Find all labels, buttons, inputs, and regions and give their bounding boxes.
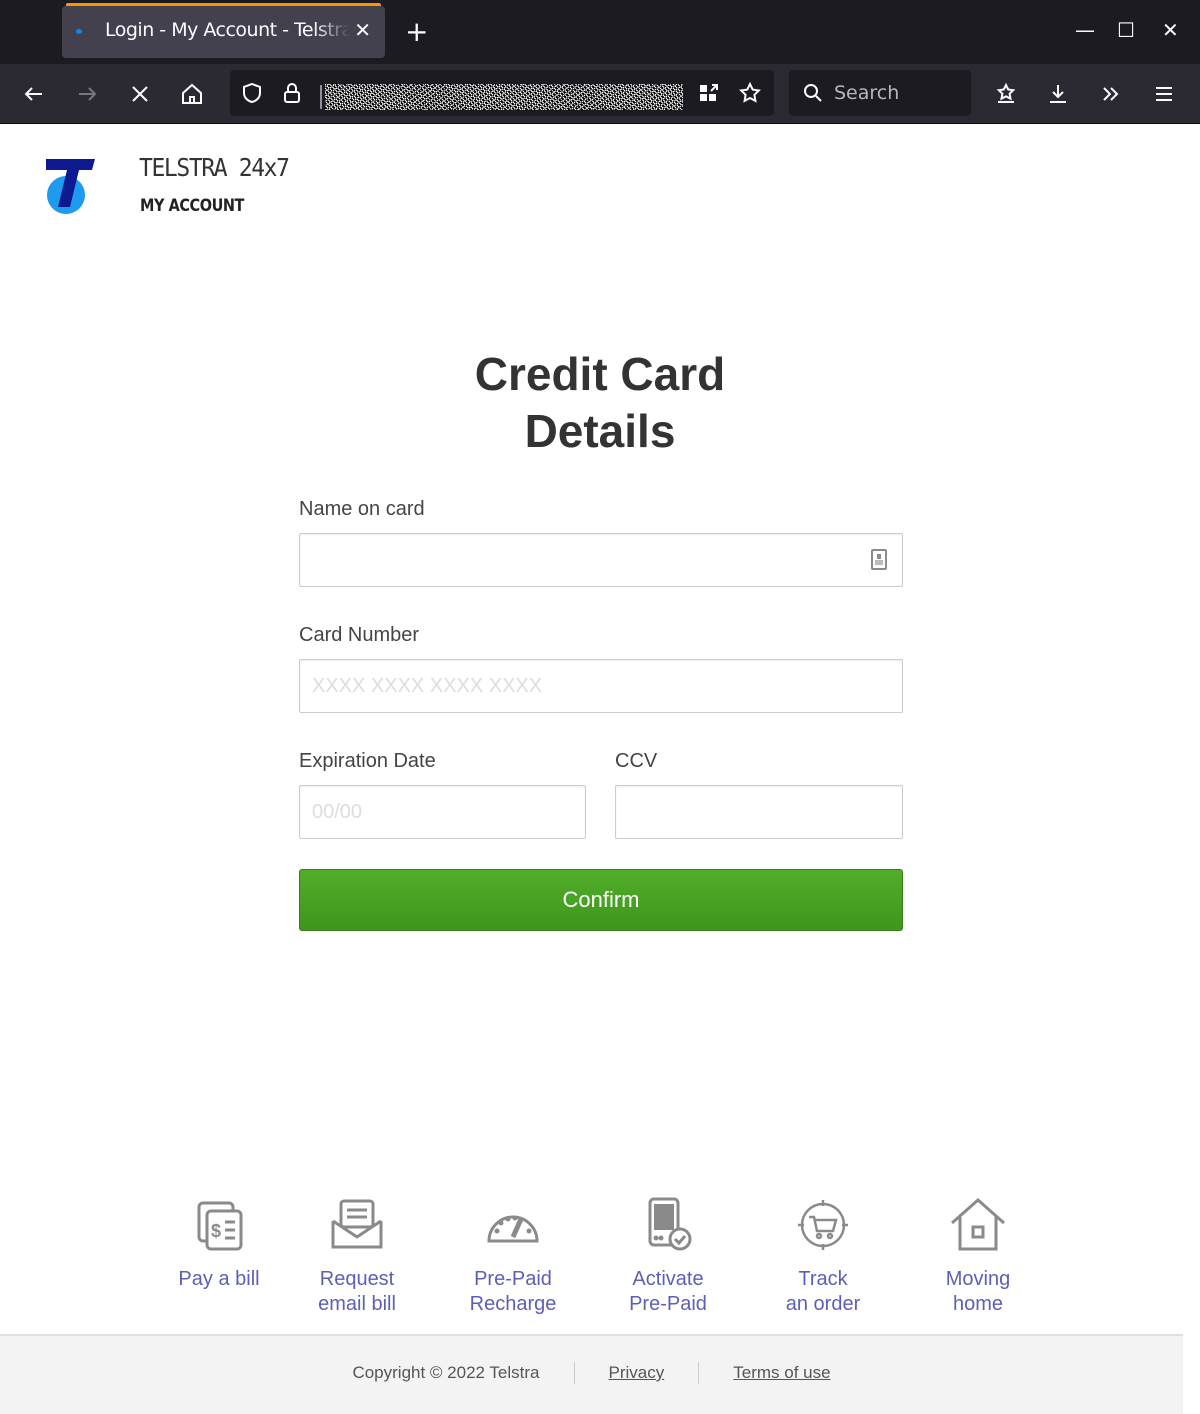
bookmark-star-icon[interactable] <box>734 77 766 109</box>
ccv-input[interactable] <box>615 785 903 839</box>
forward-arrow-icon[interactable] <box>71 78 103 110</box>
quicklink-pay-a-bill[interactable]: $ Pay a bill <box>149 1195 289 1292</box>
url-text-redacted[interactable] <box>325 84 683 110</box>
email-bill-icon <box>331 1199 383 1249</box>
search-placeholder: Search <box>834 82 900 104</box>
browser-tab-active[interactable]: Login - My Account - Telstra ✕ <box>62 3 385 58</box>
quicklink-label: Pre-Paid Recharge <box>469 1268 557 1315</box>
footer-divider <box>573 1362 575 1384</box>
page-title-line2: Details <box>524 405 676 457</box>
more-tools-chevron-icon[interactable] <box>1095 78 1127 110</box>
search-box[interactable]: Search <box>789 70 971 116</box>
bill-icon: $ <box>197 1201 243 1251</box>
maximize-button[interactable]: ☐ <box>1117 18 1135 42</box>
expiration-date-input[interactable] <box>299 785 586 839</box>
downloads-icon[interactable] <box>1042 78 1074 110</box>
brand-subtitle: MY ACCOUNT <box>140 196 244 216</box>
stop-loading-icon[interactable] <box>124 78 156 110</box>
page-footer: Copyright © 2022 Telstra Privacy Terms o… <box>0 1334 1183 1414</box>
new-tab-button[interactable]: + <box>405 14 428 50</box>
telstra-logo-icon[interactable] <box>42 157 98 219</box>
lock-icon[interactable] <box>276 77 308 109</box>
tab-title: Login - My Account - Telstra <box>105 19 350 41</box>
tracking-shield-icon[interactable] <box>236 77 268 109</box>
svg-text:$: $ <box>211 1221 221 1241</box>
home-icon[interactable] <box>176 78 208 110</box>
cart-target-icon <box>798 1200 848 1250</box>
quicklink-label: Moving home <box>945 1268 1011 1315</box>
url-text-cursor <box>320 85 322 109</box>
quicklink-activate-pre-paid[interactable]: Activate Pre-Paid <box>598 1195 738 1317</box>
address-bar[interactable] <box>230 70 774 116</box>
name-on-card-input[interactable] <box>299 533 903 587</box>
quicklink-label: Pay a bill <box>178 1268 260 1290</box>
quicklink-label: Activate Pre-Paid <box>629 1268 707 1315</box>
tab-favicon-icon <box>76 29 82 34</box>
quicklink-request-email-bill[interactable]: Request email bill <box>287 1195 427 1317</box>
name-on-card-label: Name on card <box>299 498 425 520</box>
footer-divider <box>698 1362 700 1384</box>
card-number-label: Card Number <box>299 624 420 646</box>
speedometer-icon <box>487 1215 539 1243</box>
close-window-button[interactable]: ✕ <box>1162 18 1179 42</box>
quicklink-track-an-order[interactable]: Track an order <box>753 1195 893 1317</box>
card-number-input[interactable] <box>299 659 903 713</box>
name-on-card-wrapper <box>299 533 903 587</box>
confirm-button[interactable]: Confirm <box>299 869 903 931</box>
extensions-grid-icon[interactable] <box>693 77 725 109</box>
pocket-icon[interactable] <box>990 78 1022 110</box>
page-content: TELSTRA 24x7 MY ACCOUNT Credit Card Deta… <box>0 125 1200 1414</box>
privacy-link[interactable]: Privacy <box>609 1363 665 1383</box>
tab-loading-indicator <box>66 3 381 6</box>
quicklink-label: Request email bill <box>318 1268 396 1315</box>
search-icon <box>797 77 829 109</box>
house-icon <box>951 1197 1005 1251</box>
terms-of-use-link[interactable]: Terms of use <box>733 1363 830 1383</box>
browser-titlebar: Login - My Account - Telstra ✕ + — ☐ ✕ <box>0 0 1200 64</box>
back-arrow-icon[interactable] <box>18 78 50 110</box>
phone-check-icon <box>648 1197 692 1251</box>
expiration-date-label: Expiration Date <box>299 750 436 772</box>
tab-close-icon[interactable]: ✕ <box>354 18 371 42</box>
hamburger-menu-icon[interactable] <box>1148 78 1180 110</box>
quicklink-moving-home[interactable]: Moving home <box>908 1195 1048 1317</box>
browser-navbar: Search <box>0 64 1200 124</box>
page-title: Credit Card Details <box>0 346 1200 460</box>
ccv-label: CCV <box>615 750 658 772</box>
brand-title: TELSTRA 24x7 <box>139 153 290 182</box>
copyright-text: Copyright © 2022 Telstra <box>352 1363 540 1382</box>
quicklink-label: Track an order <box>785 1268 861 1315</box>
page-title-line1: Credit Card <box>474 348 726 400</box>
autofill-contact-icon[interactable] <box>871 549 887 570</box>
minimize-button[interactable]: — <box>1075 18 1095 42</box>
quicklink-pre-paid-recharge[interactable]: Pre-Paid Recharge <box>443 1195 583 1317</box>
